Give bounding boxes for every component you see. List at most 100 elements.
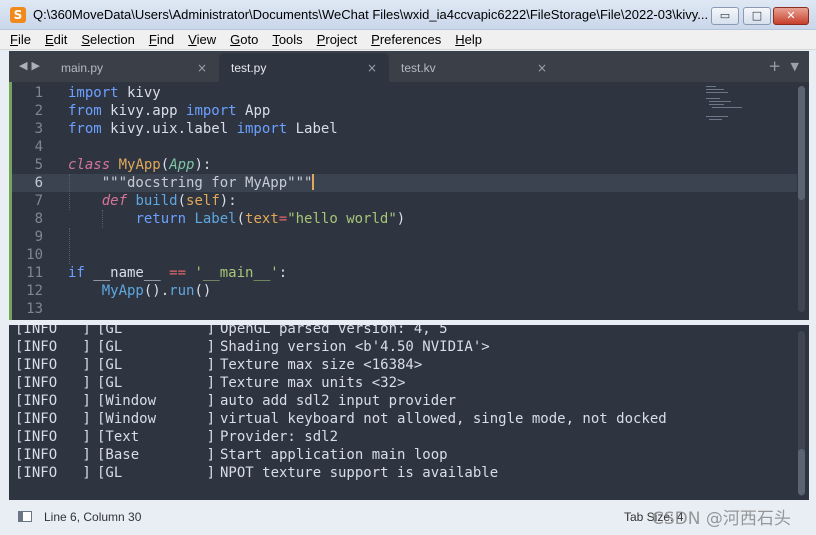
log-level: [INFO ] [15,411,91,427]
output-line: [INFO ] [GL ] Shading version <b'4.50 NVID… [15,338,490,356]
log-level: [INFO ] [15,393,91,409]
tab-menu-icon[interactable]: ▼ [791,60,799,73]
import-name: App [236,103,271,119]
operator: == [169,265,187,281]
minimap[interactable] [706,86,751,126]
operator: = [278,211,288,227]
module-name: kivy.uix.label [101,121,237,137]
punctuation: ): [194,157,212,173]
menu-help[interactable]: Help [455,32,482,47]
parameter: self [186,193,220,209]
tab-close-icon[interactable]: × [367,61,377,75]
output-line: [INFO ] [GL ] Texture max size <16384> [15,356,422,374]
tab-nav-arrows-icon[interactable]: ◀▶ [19,59,44,72]
log-message: Texture max size <16384> [220,357,423,373]
log-message: Texture max units <32> [220,375,406,391]
punctuation: ) [396,211,406,227]
keyword: import [236,121,288,137]
maximize-button[interactable]: □ [743,7,771,25]
code-line-3: from kivy.uix.label import Label [68,120,338,138]
log-module: [GL ] [97,339,216,355]
punctuation: ( [160,157,170,173]
text-cursor [312,174,315,190]
line-number: 7 [34,193,43,209]
class-name: MyApp [118,157,161,173]
output-line: [INFO ] [Text ] Provider: sdl2 [15,428,338,446]
code-editor[interactable]: 1 2 3 4 5 6 7 8 9 10 11 12 13 import kiv… [9,82,809,320]
menu-goto[interactable]: Goto [230,32,258,47]
module-name: kivy.app [101,103,187,119]
output-line: [INFO ] [GL ] NPOT texture support is avai… [15,464,498,482]
close-button[interactable]: ✕ [773,7,809,25]
scrollbar-thumb[interactable] [798,449,805,495]
log-level: [INFO ] [15,375,91,391]
punctuation: ( [236,211,246,227]
log-message: virtual keyboard not allowed, single mod… [220,411,667,427]
log-module: [Text ] [97,429,216,445]
punctuation: ): [219,193,237,209]
editor-scrollbar[interactable] [798,86,805,312]
line-number: 4 [34,139,43,155]
log-message: auto add sdl2 input provider [220,393,457,409]
output-scrollbar[interactable] [798,331,805,496]
new-tab-icon[interactable]: + [768,57,781,75]
tab-close-icon[interactable]: × [197,61,207,75]
keyword: from [68,103,102,119]
log-level: [INFO ] [15,429,91,445]
line-number: 9 [34,229,43,245]
code-line-12: MyApp().run() [68,282,212,300]
tab-test-kv[interactable]: test.kv × [389,53,559,82]
line-number: 6 [34,175,43,191]
keyword: import [186,103,237,119]
menu-preferences[interactable]: Preferences [371,32,441,47]
base-class: App [169,157,195,173]
scrollbar-thumb[interactable] [798,86,805,200]
menu-selection[interactable]: Selection [81,32,134,47]
log-message: Start application main loop [220,447,448,463]
cursor-position: Line 6, Column 30 [44,510,142,524]
log-module: [GL ] [97,357,216,373]
keyword: return [135,211,187,227]
dunder-name: __name__ [84,265,170,281]
build-output-panel[interactable]: [INFO ] [GL ] OpenGL parsed version: 4, 5 … [9,325,809,500]
class-call: MyApp [101,283,144,299]
log-module: [GL ] [97,465,216,481]
keyword: import [68,85,119,101]
keyword: from [68,121,102,137]
output-line: [INFO ] [GL ] Texture max units <32> [15,374,405,392]
tab-test-py[interactable]: test.py × [219,53,389,82]
tab-label: test.py [231,61,267,75]
log-module: [Window ] [97,393,216,409]
menu-view[interactable]: View [188,32,216,47]
log-module: [Window ] [97,411,216,427]
sublime-app-icon: S [10,6,26,23]
docstring: """docstring for MyApp""" [101,175,313,191]
menu-project[interactable]: Project [317,32,357,47]
tab-main-py[interactable]: main.py × [49,53,219,82]
method-call: run [169,283,195,299]
tab-close-icon[interactable]: × [537,61,547,75]
log-message: Shading version <b'4.50 NVIDIA'> [220,339,490,355]
title-bar: S Q:\360MoveData\Users\Administrator\Doc… [0,0,816,30]
minimize-button[interactable]: ▭ [711,7,739,25]
log-level: [INFO ] [15,447,91,463]
menu-tools[interactable]: Tools [272,32,302,47]
code-line-11: if __name__ == '__main__': [68,264,287,282]
toggle-panel-icon[interactable] [18,511,32,522]
menu-edit[interactable]: Edit [45,32,67,47]
line-number: 11 [26,265,43,281]
tab-label: test.kv [401,61,436,75]
menu-find[interactable]: Find [149,32,174,47]
code-line-7: def build(self): [68,192,237,210]
output-line: [INFO ] [GL ] OpenGL parsed version: 4, 5 [15,325,448,338]
keyword: if [68,265,85,281]
punctuation: () [194,283,212,299]
line-number: 8 [34,211,43,227]
menu-file[interactable]: File [10,32,31,47]
keyword: class [68,157,111,173]
code-line-8: return Label(text="hello world") [68,210,405,228]
class-call: Label [194,211,237,227]
line-number: 13 [26,301,43,317]
